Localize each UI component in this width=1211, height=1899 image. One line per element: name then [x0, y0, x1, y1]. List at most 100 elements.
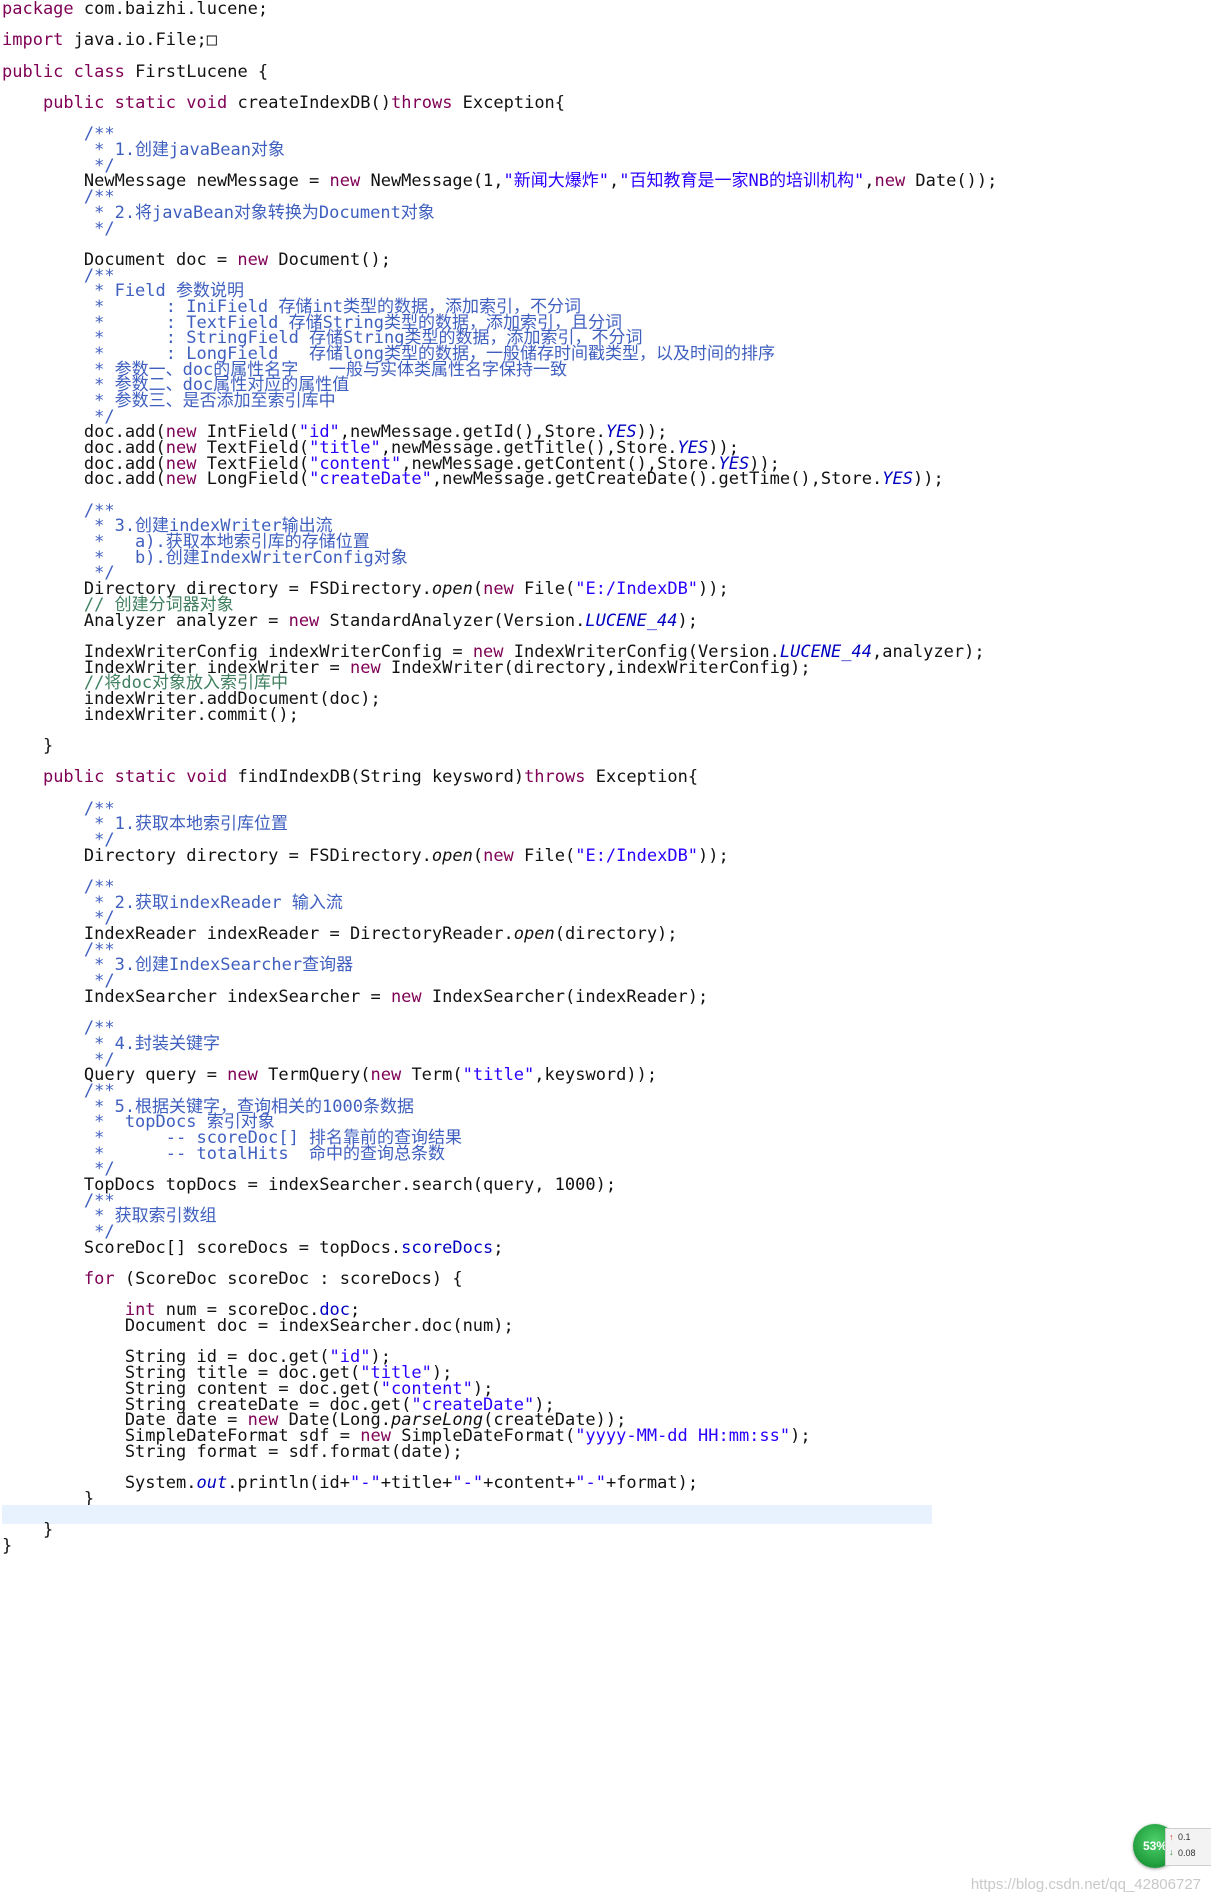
code-text: ); [677, 610, 699, 631]
code-keyword: public [42, 767, 105, 788]
code-keyword: new [237, 249, 269, 270]
code-field: scoreDocs [401, 1237, 494, 1258]
code-text: Exception{ [452, 93, 566, 114]
code-text: +content+ [483, 1472, 576, 1493]
code-text: , [864, 171, 875, 192]
code-string: "-" [575, 1472, 606, 1493]
code-line[interactable]: NewMessage newMessage = new NewMessage(1… [2, 172, 997, 191]
code-text: (directory); [554, 924, 678, 945]
code-line[interactable]: IndexSearcher indexSearcher = new IndexS… [2, 986, 709, 1007]
code-text: createIndexDB() [227, 93, 392, 114]
code-line[interactable]: Analyzer analyzer = new StandardAnalyzer… [2, 610, 699, 631]
code-keyword: new [874, 171, 906, 192]
code-text: String format = sdf.format(date); [2, 1441, 463, 1462]
code-keyword: void [186, 767, 228, 788]
code-keyword: static [114, 767, 177, 788]
code-static-method: open [431, 845, 473, 866]
code-text: )); [912, 469, 944, 490]
code-text: ScoreDoc[] scoreDocs = topDocs. [2, 1237, 402, 1258]
code-text: +title+ [380, 1472, 453, 1493]
code-text: indexWriter.commit(); [2, 704, 299, 725]
code-keyword: throws [524, 767, 586, 788]
code-text: ,newMessage.getCreateDate().getTime(),St… [431, 469, 883, 490]
code-keyword: public [42, 93, 105, 114]
code-text: java.io.File;□ [63, 30, 217, 51]
code-line[interactable]: public static void createIndexDB()throws… [2, 94, 565, 113]
code-text: Document doc = indexSearcher.doc(num); [2, 1316, 514, 1337]
network-speed-panel: ↑ 0.1 ↓ 0.08 [1165, 1828, 1211, 1866]
code-text: (ScoreDoc scoreDoc : scoreDocs) { [114, 1269, 463, 1290]
code-static-method: open [513, 924, 555, 945]
code-keyword: new [483, 845, 514, 866]
code-text: com.baizhi.lucene; [73, 0, 269, 19]
code-text: ); [790, 1425, 811, 1446]
code-text: Directory directory = FSDirectory. [2, 845, 432, 866]
code-text: , [609, 171, 620, 192]
code-text: IndexWriter(directory,indexWriterConfig)… [380, 657, 811, 678]
code-line[interactable]: Directory directory = FSDirectory.open(n… [2, 845, 729, 866]
code-line[interactable]: doc.add(new LongField("createDate",newMe… [2, 470, 944, 489]
code-line[interactable]: } [2, 735, 54, 756]
code-line[interactable]: package com.baizhi.lucene; [2, 0, 268, 19]
code-string: "yyyy-MM-dd HH:mm:ss" [575, 1425, 791, 1446]
code-text: doc.add( [2, 469, 166, 490]
code-string: "title" [462, 1065, 535, 1086]
network-speed-widget[interactable]: 53% ↑ 0.1 ↓ 0.08 [1131, 1824, 1211, 1868]
code-text: ( [472, 579, 484, 600]
code-keyword: new [483, 579, 514, 600]
code-text: File( [513, 579, 576, 600]
code-keyword: void [186, 93, 228, 114]
code-keyword: static [114, 93, 177, 114]
code-text: Exception{ [585, 767, 699, 788]
code-text: ,analyzer); [872, 641, 985, 662]
code-text: LongField( [196, 469, 310, 490]
code-line[interactable]: import java.io.File;□ [2, 31, 217, 50]
code-line[interactable]: ScoreDoc[] scoreDocs = topDocs.scoreDocs… [2, 1237, 504, 1258]
code-string: "-" [452, 1472, 484, 1493]
code-keyword: import [2, 30, 64, 51]
code-keyword: new [350, 657, 381, 678]
code-line[interactable]: System.out.println(id+"-"+title+"-"+cont… [2, 1472, 699, 1493]
code-text: )); [698, 579, 729, 600]
code-string: "E:/IndexDB" [575, 579, 699, 600]
code-text: ( [472, 845, 484, 866]
code-text: findIndexDB(String keysword) [227, 767, 525, 788]
code-line[interactable]: public class FirstLucene { [2, 61, 269, 82]
code-keyword: public [2, 61, 64, 82]
code-string: "E:/IndexDB" [575, 845, 699, 866]
code-text: ,keysword)); [534, 1065, 658, 1086]
code-text: Document(); [268, 249, 391, 270]
code-line[interactable]: String format = sdf.format(date); [2, 1441, 463, 1462]
code-string: "百知教育是一家NB的培训机构" [619, 171, 865, 192]
code-line[interactable] [2, 1505, 932, 1525]
code-text: Date()); [905, 171, 998, 192]
code-keyword: new [165, 469, 197, 490]
upload-speed: 0.1 [1178, 1832, 1191, 1842]
code-line[interactable]: public static void findIndexDB(String ke… [2, 768, 698, 787]
code-comment: */ [2, 218, 115, 239]
code-text: } [2, 1535, 13, 1556]
code-field: LUCENE_44 [585, 610, 678, 631]
code-text: .println(id+ [227, 1472, 351, 1493]
code-text: } [2, 735, 54, 756]
code-line[interactable]: Document doc = indexSearcher.doc(num); [2, 1317, 514, 1336]
code-text: FirstLucene { [124, 61, 269, 82]
code-keyword: throws [391, 93, 453, 114]
code-line[interactable]: */ [2, 218, 115, 239]
code-text: StandardAnalyzer(Version. [319, 610, 586, 631]
code-editor[interactable]: package com.baizhi.lucene; import java.io… [0, 0, 1211, 1899]
code-keyword: new [227, 1065, 258, 1086]
code-string: "-" [350, 1472, 381, 1493]
code-line[interactable]: indexWriter.commit(); [2, 704, 299, 725]
code-line[interactable]: for (ScoreDoc scoreDoc : scoreDocs) { [2, 1270, 463, 1289]
download-speed: 0.08 [1178, 1848, 1196, 1858]
code-text: +format); [605, 1472, 699, 1493]
code-line[interactable]: } [2, 1535, 13, 1556]
code-text: IndexSearcher(indexReader); [421, 986, 709, 1007]
